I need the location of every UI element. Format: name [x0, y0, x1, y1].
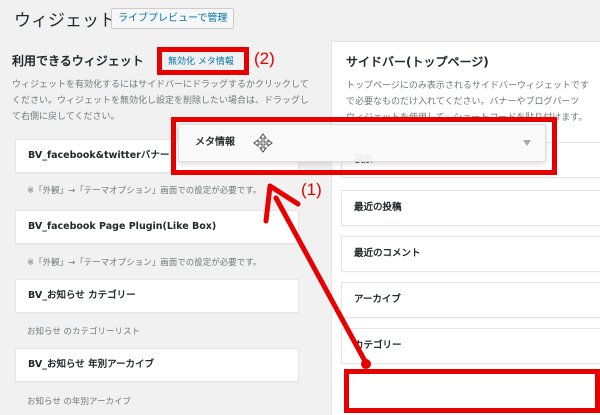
highlight-box-disable-link	[157, 47, 249, 75]
sidebar-widget-archives[interactable]: アーカイブ	[341, 282, 600, 318]
available-widget-item[interactable]: BV_お知らせ 年別アーカイブ	[15, 348, 299, 382]
available-widget-item[interactable]: BV_お知らせ カテゴリー	[15, 279, 299, 313]
sidebar-description-line: で必要なものだけ入れてください。バナーやブログパーツ	[346, 97, 580, 107]
available-widget-desc: ※「外観」→「テーマオプション」画面での設定が必要です。	[27, 258, 262, 268]
live-preview-button[interactable]: ライブプレビューで管理	[111, 8, 235, 29]
sidebar-title[interactable]: サイドバー(トップページ)	[346, 53, 489, 70]
highlight-box-drop-target	[344, 369, 600, 413]
sidebar-widget-recent-posts[interactable]: 最近の投稿	[341, 190, 600, 226]
annotation-label-2: (2)	[254, 49, 275, 68]
available-widget-desc: お知らせ の年別アーカイブ	[27, 397, 132, 407]
available-widget-desc: お知らせ のカテゴリーリスト	[27, 327, 141, 337]
sidebar-description-line: トップページにのみ表示されるサイドバーウィジェットです	[346, 81, 589, 91]
available-widget-item[interactable]: BV_facebook Page Plugin(Like Box)	[15, 210, 299, 244]
sidebar-widget-categories[interactable]: カテゴリー	[341, 328, 600, 364]
available-widgets-title: 利用できるウィジェット	[12, 54, 144, 68]
sidebar-widget-recent-comments[interactable]: 最近のコメント	[341, 236, 600, 272]
annotation-label-1: (1)	[301, 180, 322, 199]
page-title: ウィジェット	[14, 11, 116, 31]
highlight-box-dragging-widget	[171, 117, 557, 175]
available-widget-desc: ※「外観」→「テーマオプション」画面での設定が必要です。	[27, 186, 262, 196]
